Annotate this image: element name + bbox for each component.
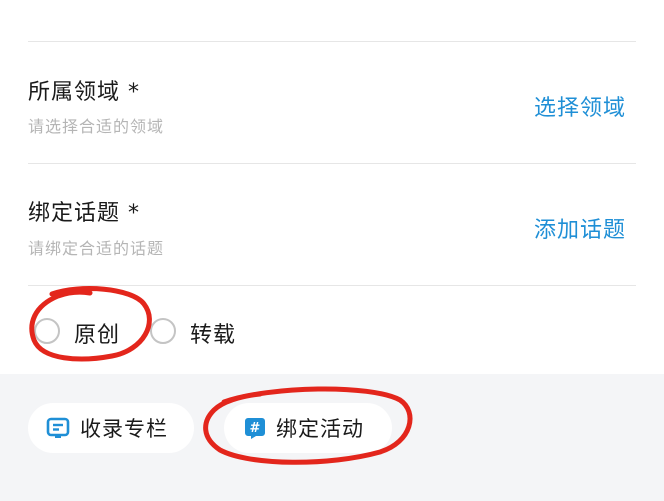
- domain-field-hint: 请选择合适的领域: [28, 117, 165, 136]
- topic-field-hint: 请绑定合适的话题: [28, 239, 165, 258]
- column-button-label: 收录专栏: [80, 417, 168, 441]
- bind-activity-button[interactable]: # 绑定活动: [224, 403, 392, 453]
- svg-text:#: #: [250, 421, 261, 436]
- domain-field-title: 所属领域 *: [28, 80, 140, 105]
- column-button[interactable]: 收录专栏: [28, 403, 194, 453]
- repost-radio-label[interactable]: 转载: [190, 317, 236, 349]
- add-topic-link[interactable]: 添加话题: [534, 212, 626, 244]
- column-list-icon: [46, 417, 70, 438]
- original-radio[interactable]: [34, 318, 60, 344]
- select-domain-link[interactable]: 选择领域: [534, 90, 626, 122]
- domain-divider: [28, 163, 636, 164]
- topic-field-title: 绑定话题 *: [28, 201, 140, 226]
- hashtag-icon: #: [245, 418, 265, 439]
- top-divider: [28, 41, 636, 42]
- original-radio-label[interactable]: 原创: [74, 317, 120, 349]
- repost-radio[interactable]: [150, 318, 176, 344]
- topic-divider: [28, 285, 636, 286]
- bind-activity-label: 绑定活动: [276, 417, 364, 441]
